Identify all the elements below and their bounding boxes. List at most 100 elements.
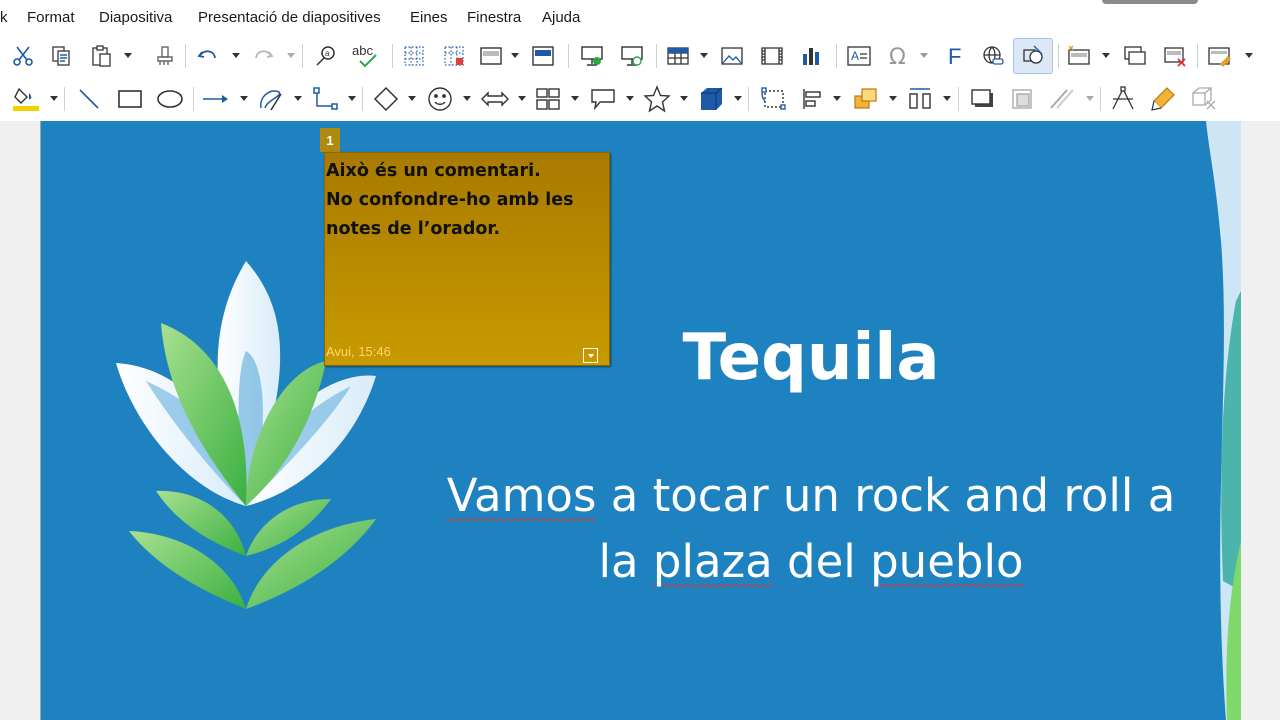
flowchart-dropdown-icon[interactable] [571, 96, 579, 101]
table-icon[interactable] [662, 40, 694, 72]
slide[interactable]: Tequila Vamos a tocar un rock and roll a… [41, 121, 1241, 720]
filter-icon[interactable] [1044, 83, 1080, 115]
show-draw-functions-icon[interactable] [1013, 38, 1053, 74]
points-icon[interactable] [1106, 83, 1140, 115]
glue-points-icon[interactable] [1146, 83, 1180, 115]
arrange-dropdown-icon[interactable] [889, 96, 897, 101]
symbol-shapes-icon[interactable] [422, 83, 458, 115]
delete-slide-icon[interactable] [1159, 40, 1191, 72]
basic-shapes-icon[interactable] [369, 83, 403, 115]
paste-icon[interactable] [86, 40, 116, 72]
line-icon[interactable] [72, 83, 106, 115]
clone-formatting-icon[interactable] [150, 40, 180, 72]
slide-layout-dropdown-icon[interactable] [1245, 53, 1253, 58]
master-slide-icon[interactable] [527, 40, 559, 72]
toggle-extrusion-icon[interactable] [1186, 83, 1222, 115]
menu-format[interactable]: Format [27, 9, 75, 26]
symbol-shapes-dropdown-icon[interactable] [463, 96, 471, 101]
new-slide-icon[interactable] [1062, 40, 1096, 72]
display-grid-icon[interactable] [398, 40, 430, 72]
rotate-icon[interactable] [756, 83, 792, 115]
chart-icon[interactable] [796, 40, 828, 72]
comment-menu-button[interactable] [583, 348, 598, 363]
text-box-icon[interactable]: A [842, 40, 876, 72]
new-slide-dropdown-icon[interactable] [1102, 53, 1110, 58]
slide-title[interactable]: Tequila [601, 321, 1021, 395]
callouts-dropdown-icon[interactable] [626, 96, 634, 101]
rectangle-icon[interactable] [114, 83, 146, 115]
connectors-icon[interactable] [308, 83, 342, 115]
shadow-icon[interactable] [966, 83, 998, 115]
comment-text[interactable]: Això és un comentari. No confondre-ho am… [326, 157, 606, 244]
crop-icon[interactable] [1006, 83, 1038, 115]
basic-shapes-dropdown-icon[interactable] [408, 96, 416, 101]
undo-icon[interactable] [193, 40, 223, 72]
slide-layout-icon[interactable] [1203, 40, 1237, 72]
cut-icon[interactable] [8, 40, 38, 72]
connectors-dropdown-icon[interactable] [348, 96, 356, 101]
stars-icon[interactable] [640, 83, 674, 115]
block-arrows-dropdown-icon[interactable] [518, 96, 526, 101]
display-views-dropdown-icon[interactable] [511, 53, 519, 58]
3d-objects-icon[interactable] [694, 83, 728, 115]
curves-polygons-icon[interactable] [254, 83, 288, 115]
start-from-first-icon[interactable] [576, 40, 608, 72]
fontwork-icon[interactable]: F [938, 40, 970, 72]
distribute-icon[interactable] [903, 83, 937, 115]
filter-dropdown-icon[interactable] [1086, 96, 1094, 101]
line-ends-arrow-icon[interactable] [198, 83, 234, 115]
align-dropdown-icon[interactable] [833, 96, 841, 101]
fill-color-dropdown-icon[interactable] [50, 96, 58, 101]
undo-dropdown-icon[interactable] [232, 53, 240, 58]
menu-help[interactable]: Ajuda [542, 9, 580, 26]
display-views-icon[interactable] [475, 40, 507, 72]
block-arrows-icon[interactable] [477, 83, 513, 115]
stars-dropdown-icon[interactable] [680, 96, 688, 101]
svg-text:Ω: Ω [889, 45, 906, 68]
slide-subtitle[interactable]: Vamos a tocar un rock and roll a la plaz… [421, 463, 1201, 595]
paste-dropdown-icon[interactable] [124, 53, 132, 58]
special-character-dropdown-icon[interactable] [920, 53, 928, 58]
redo-dropdown-icon[interactable] [287, 53, 295, 58]
callouts-icon[interactable] [585, 83, 621, 115]
table-dropdown-icon[interactable] [700, 53, 708, 58]
menu-slide[interactable]: Diapositiva [99, 9, 172, 26]
redo-icon[interactable] [248, 40, 278, 72]
line-ends-dropdown-icon[interactable] [240, 96, 248, 101]
helplines-icon[interactable] [438, 40, 470, 72]
separator [185, 44, 186, 68]
image-icon[interactable] [716, 40, 748, 72]
special-character-icon[interactable]: Ω [882, 40, 914, 72]
comment-box[interactable]: Això és un comentari. No confondre-ho am… [324, 152, 610, 366]
menu-bar: k Format Diapositiva Presentació de diap… [0, 0, 1280, 36]
separator [836, 44, 837, 68]
arrange-icon[interactable] [849, 83, 883, 115]
curves-dropdown-icon[interactable] [294, 96, 302, 101]
comment-marker[interactable]: 1 [320, 128, 340, 152]
menu-view-truncated[interactable]: k [0, 9, 8, 26]
slide-decoration [116, 121, 1241, 720]
separator [1100, 87, 1101, 111]
duplicate-slide-icon[interactable] [1119, 40, 1151, 72]
misspelled-word: pueblo [870, 535, 1024, 588]
slide-border [40, 121, 41, 720]
menu-window[interactable]: Finestra [467, 9, 521, 26]
start-from-current-icon[interactable] [616, 40, 648, 72]
align-icon[interactable] [797, 83, 829, 115]
spelling-icon[interactable]: abc [350, 40, 384, 72]
copy-icon[interactable] [46, 40, 76, 72]
distribute-dropdown-icon[interactable] [943, 96, 951, 101]
window-scroll-handle[interactable] [1102, 0, 1198, 4]
svg-text:a: a [325, 49, 330, 58]
find-replace-icon[interactable]: a [310, 40, 344, 72]
menu-slide-show[interactable]: Presentació de diapositives [198, 9, 381, 26]
separator [568, 44, 569, 68]
3d-objects-dropdown-icon[interactable] [734, 96, 742, 101]
fill-color-icon[interactable] [8, 83, 44, 115]
ellipse-icon[interactable] [153, 83, 187, 115]
media-icon[interactable] [756, 40, 788, 72]
flowchart-icon[interactable] [531, 83, 565, 115]
slide-canvas: Tequila Vamos a tocar un rock and roll a… [0, 121, 1280, 720]
menu-tools[interactable]: Eines [410, 9, 448, 26]
hyperlink-icon[interactable] [977, 40, 1009, 72]
